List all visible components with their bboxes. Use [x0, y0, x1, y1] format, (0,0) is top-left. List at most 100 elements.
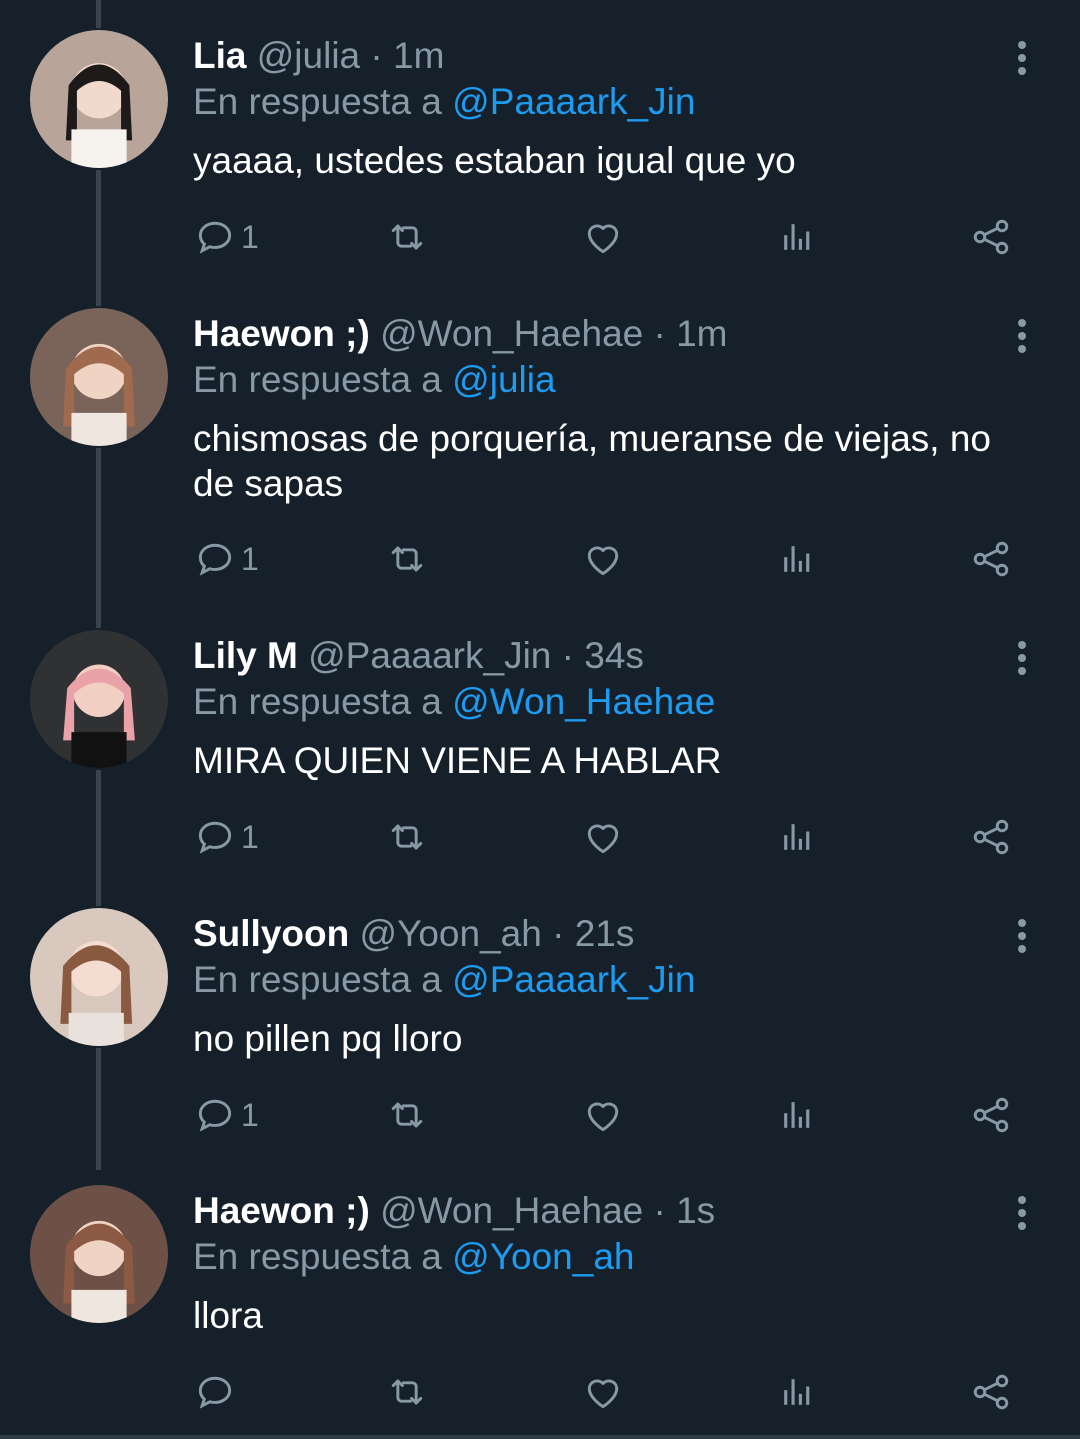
avatar[interactable] [28, 306, 170, 448]
reply-mention[interactable]: @Paaaark_Jin [452, 81, 695, 122]
reply-icon [198, 1099, 232, 1132]
analytics-icon [784, 1379, 810, 1405]
reply-button[interactable]: 1 [193, 212, 259, 262]
separator-dot: · [653, 1190, 666, 1231]
reply-icon [198, 221, 232, 254]
like-button[interactable] [581, 534, 625, 584]
retweet-button[interactable] [385, 1367, 429, 1417]
user-handle[interactable]: @julia [257, 35, 360, 76]
more-options-icon[interactable] [1006, 36, 1038, 80]
heart-icon [587, 1102, 619, 1132]
more-options-icon[interactable] [1006, 314, 1038, 358]
heart-icon [587, 224, 619, 254]
tweet[interactable]: Haewon ;) @Won_Haehae · 1s En respuesta … [0, 1183, 1080, 1433]
tweet-text: llora [193, 1295, 263, 1336]
display-name[interactable]: Sullyoon [193, 913, 349, 954]
share-icon [973, 541, 1009, 577]
reply-context: En respuesta a @Paaaark_Jin [193, 80, 695, 124]
user-handle[interactable]: @Yoon_ah [360, 913, 542, 954]
more-options-icon[interactable] [1006, 1191, 1038, 1235]
share-icon [973, 1097, 1009, 1133]
user-handle[interactable]: @Paaaark_Jin [308, 635, 551, 676]
retweet-button[interactable] [385, 212, 429, 262]
like-button[interactable] [581, 1367, 625, 1417]
share-button[interactable] [969, 812, 1013, 862]
separator-dot: · [653, 313, 666, 354]
share-button[interactable] [969, 1367, 1013, 1417]
tweet-text: yaaaa, ustedes estaban igual que yo [193, 140, 796, 181]
reply-mention[interactable]: @Yoon_ah [452, 1236, 634, 1277]
reply-prefix: En respuesta a [193, 1236, 442, 1277]
tweet-header: Haewon ;) @Won_Haehae · 1s [193, 1189, 715, 1233]
share-button[interactable] [969, 1090, 1013, 1140]
reply-button[interactable] [193, 1367, 241, 1417]
display-name[interactable]: Lily M [193, 635, 298, 676]
reply-button[interactable]: 1 [193, 534, 259, 584]
heart-icon [587, 1379, 619, 1409]
views-button[interactable] [775, 212, 819, 262]
tweet-header: Lia @julia · 1m [193, 34, 444, 78]
analytics-icon [784, 224, 810, 250]
reply-button[interactable]: 1 [193, 1090, 259, 1140]
reply-count: 1 [241, 218, 259, 255]
views-button[interactable] [775, 1090, 819, 1140]
action-bar [193, 1367, 1023, 1417]
like-button[interactable] [581, 212, 625, 262]
action-bar: 1 [193, 812, 1023, 862]
avatar[interactable] [28, 628, 170, 770]
action-bar: 1 [193, 212, 1023, 262]
views-button[interactable] [775, 534, 819, 584]
views-button[interactable] [775, 812, 819, 862]
views-button[interactable] [775, 1367, 819, 1417]
analytics-icon [784, 824, 810, 850]
share-button[interactable] [969, 534, 1013, 584]
timestamp[interactable]: 1s [676, 1190, 715, 1231]
reply-icon [198, 1376, 232, 1409]
heart-icon [587, 546, 619, 576]
display-name[interactable]: Haewon ;) [193, 1190, 370, 1231]
tweet-text: MIRA QUIEN VIENE A HABLAR [193, 740, 722, 781]
reply-button[interactable]: 1 [193, 812, 259, 862]
reply-count: 1 [241, 540, 259, 577]
reply-mention[interactable]: @Won_Haehae [452, 681, 715, 722]
reply-mention[interactable]: @Paaaark_Jin [452, 959, 695, 1000]
bottom-divider [0, 1435, 1080, 1439]
share-button[interactable] [969, 212, 1013, 262]
tweet-text: no pillen pq lloro [193, 1018, 463, 1059]
like-button[interactable] [581, 812, 625, 862]
reply-prefix: En respuesta a [193, 81, 442, 122]
reply-prefix: En respuesta a [193, 959, 442, 1000]
retweet-button[interactable] [385, 1090, 429, 1140]
avatar[interactable] [28, 1183, 170, 1325]
user-handle[interactable]: @Won_Haehae [380, 313, 643, 354]
display-name[interactable]: Lia [193, 35, 246, 76]
retweet-button[interactable] [385, 534, 429, 584]
timestamp[interactable]: 1m [393, 35, 444, 76]
more-options-icon[interactable] [1006, 914, 1038, 958]
tweet[interactable]: Lia @julia · 1m En respuesta a @Paaaark_… [0, 28, 1080, 278]
timestamp[interactable]: 34s [584, 635, 644, 676]
more-options-icon[interactable] [1006, 636, 1038, 680]
tweet[interactable]: Sullyoon @Yoon_ah · 21s En respuesta a @… [0, 906, 1080, 1156]
display-name[interactable]: Haewon ;) [193, 313, 370, 354]
retweet-icon [391, 824, 423, 850]
share-icon [973, 219, 1009, 255]
reply-context: En respuesta a @Paaaark_Jin [193, 958, 695, 1002]
reply-prefix: En respuesta a [193, 359, 442, 400]
retweet-icon [391, 546, 423, 572]
retweet-button[interactable] [385, 812, 429, 862]
timestamp[interactable]: 21s [575, 913, 635, 954]
like-button[interactable] [581, 1090, 625, 1140]
reply-count: 1 [241, 818, 259, 855]
tweet-header: Haewon ;) @Won_Haehae · 1m [193, 312, 728, 356]
avatar[interactable] [28, 906, 170, 1048]
tweet[interactable]: Haewon ;) @Won_Haehae · 1m En respuesta … [0, 306, 1080, 606]
avatar[interactable] [28, 28, 170, 170]
timestamp[interactable]: 1m [676, 313, 727, 354]
reply-count: 1 [241, 1096, 259, 1133]
reply-mention[interactable]: @julia [452, 359, 555, 400]
tweet[interactable]: Lily M @Paaaark_Jin · 34s En respuesta a… [0, 628, 1080, 878]
action-bar: 1 [193, 1090, 1023, 1140]
separator-dot: · [370, 35, 383, 76]
user-handle[interactable]: @Won_Haehae [380, 1190, 643, 1231]
